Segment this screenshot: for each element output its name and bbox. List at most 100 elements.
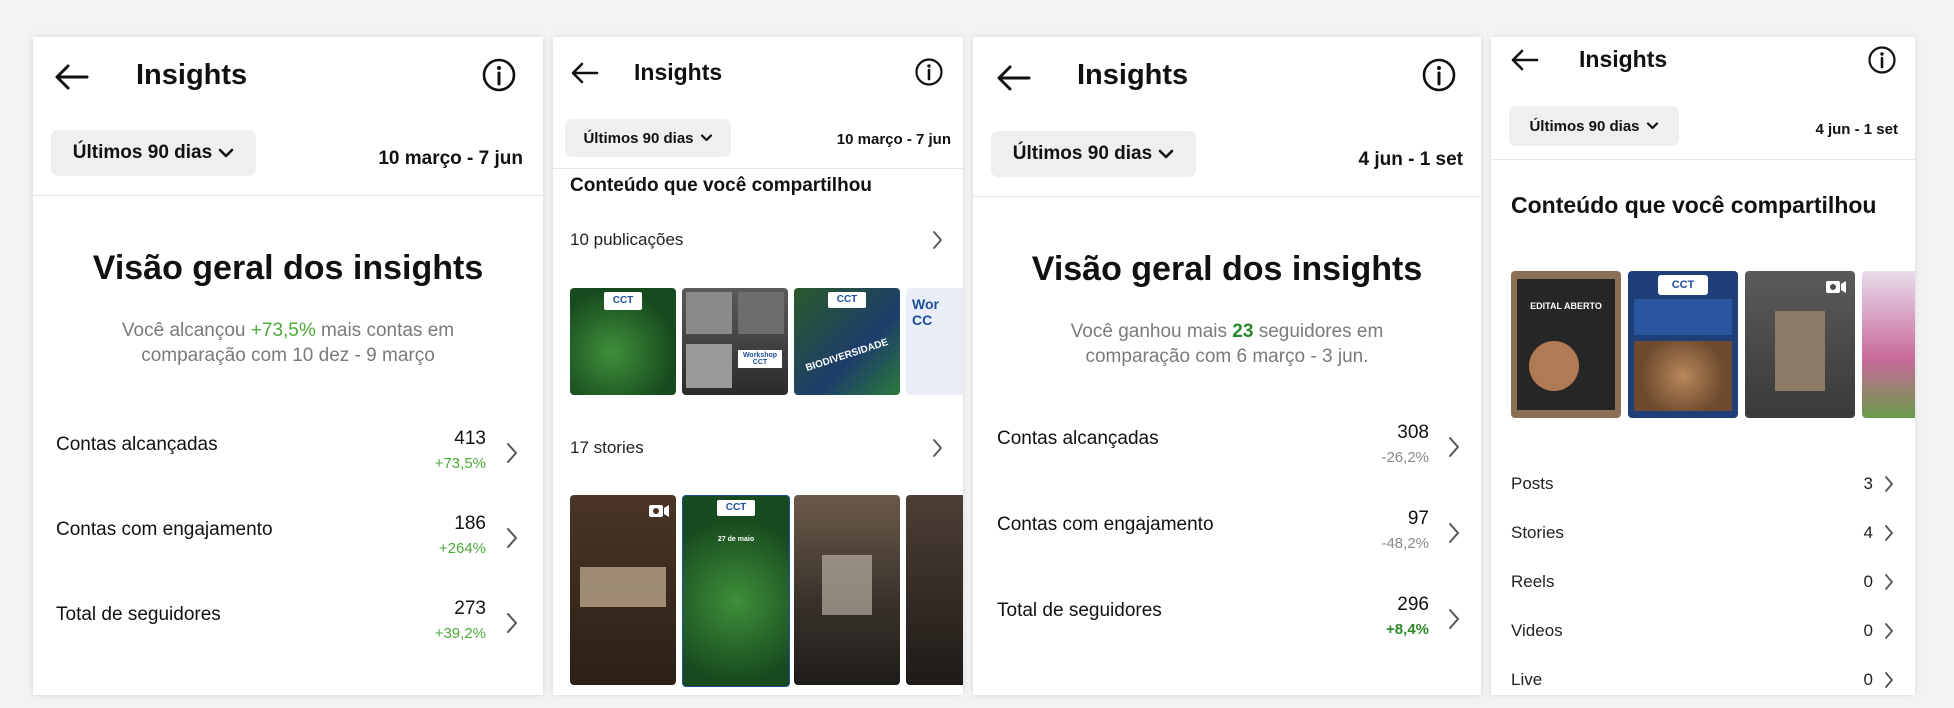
story-thumbnail[interactable]: [906, 495, 963, 685]
publication-thumbnail[interactable]: Wor CC: [906, 288, 963, 395]
story-thumbnail[interactable]: CCT 27 de maio: [682, 495, 790, 687]
chevron-right-icon: [1885, 623, 1893, 639]
stories-row[interactable]: 17 stories: [553, 438, 963, 468]
info-button[interactable]: [481, 57, 517, 93]
story-thumbnail[interactable]: [794, 495, 900, 685]
overview-summary: Você ganhou mais 23 seguidores em compar…: [1070, 321, 1384, 367]
period-dropdown[interactable]: Últimos 90 dias: [1509, 106, 1679, 146]
content-row-reels[interactable]: Reels 0: [1511, 572, 1895, 602]
publications-label: 10 publicações: [570, 230, 684, 249]
period-label: Últimos 90 dias: [1012, 143, 1153, 164]
metric-row-reach[interactable]: Contas alcançadas 308 -26,2%: [973, 422, 1481, 478]
period-dropdown[interactable]: Últimos 90 dias: [565, 119, 731, 157]
thumb-overlay: Wor CC: [912, 296, 939, 328]
content-thumbnail[interactable]: EDITAL ABERTO: [1511, 271, 1621, 418]
period-label: Últimos 90 dias: [1529, 117, 1640, 135]
chevron-right-icon: [507, 443, 517, 463]
publication-thumbnail[interactable]: CCT: [570, 288, 676, 395]
back-button[interactable]: [53, 62, 89, 92]
metric-change: -48,2%: [1381, 535, 1429, 552]
period-dropdown[interactable]: Últimos 90 dias: [991, 131, 1196, 177]
chevron-right-icon: [507, 528, 517, 548]
metric-row-reach[interactable]: Contas alcançadas 413 +73,5%: [33, 428, 543, 484]
back-button[interactable]: [1509, 47, 1539, 73]
chevron-right-icon: [933, 439, 942, 457]
chevron-right-icon: [1449, 609, 1459, 629]
info-icon: [915, 58, 943, 86]
chevron-right-icon: [1885, 476, 1893, 492]
info-button[interactable]: [914, 57, 944, 87]
divider: [33, 195, 543, 196]
video-icon: [649, 505, 669, 517]
chevron-right-icon: [1885, 672, 1893, 688]
page-title: Insights: [136, 59, 248, 91]
chevron-down-icon: [1646, 122, 1658, 130]
content-row-posts[interactable]: Posts 3: [1511, 474, 1895, 504]
metric-change: +39,2%: [434, 625, 486, 642]
date-range: 10 março - 7 jun: [378, 148, 523, 169]
metric-label: Contas alcançadas: [997, 428, 1159, 449]
metric-value: 273: [454, 598, 486, 619]
publication-thumbnail[interactable]: CCT BIODIVERSIDADE: [794, 288, 900, 395]
divider: [553, 168, 963, 169]
metric-label: Total de seguidores: [997, 600, 1162, 621]
chevron-right-icon: [1885, 525, 1893, 541]
date-range: 10 março - 7 jun: [836, 131, 951, 148]
page-title: Insights: [1579, 46, 1668, 72]
publications-row[interactable]: 10 publicações: [553, 230, 963, 260]
metric-row-engagement[interactable]: Contas com engajamento 97 -48,2%: [973, 508, 1481, 564]
back-button[interactable]: [569, 60, 599, 86]
overview-summary: Você alcançou +73,5% mais contas em comp…: [121, 320, 455, 366]
story-thumbnail[interactable]: [570, 495, 676, 685]
thumb-overlay: 27 de maio: [717, 536, 755, 543]
period-label: Últimos 90 dias: [583, 129, 694, 147]
metric-change: +8,4%: [1386, 621, 1429, 638]
thumb-overlay: Workshop CCT: [738, 350, 782, 368]
metric-value: 296: [1397, 594, 1429, 615]
back-button[interactable]: [995, 63, 1031, 93]
arrow-left-icon: [997, 65, 1031, 91]
row-value: 3: [1863, 474, 1873, 493]
content-row-live[interactable]: Live 0: [1511, 670, 1895, 695]
content-row-videos[interactable]: Videos 0: [1511, 621, 1895, 651]
cct-logo: CCT: [828, 292, 866, 308]
date-range: 4 jun - 1 set: [1815, 121, 1898, 138]
metric-row-engagement[interactable]: Contas com engajamento 186 +264%: [33, 513, 543, 569]
arrow-left-icon: [1511, 49, 1539, 71]
metric-change: -26,2%: [1381, 449, 1429, 466]
chevron-right-icon: [1449, 437, 1459, 457]
page-title: Insights: [634, 59, 723, 85]
thumb-overlay: EDITAL ABERTO: [1530, 301, 1602, 311]
chevron-right-icon: [507, 613, 517, 633]
chevron-right-icon: [933, 231, 942, 249]
content-thumbnail[interactable]: CCT: [1628, 271, 1738, 418]
metric-label: Contas alcançadas: [56, 434, 218, 455]
date-range: 4 jun - 1 set: [1358, 149, 1463, 170]
row-label: Live: [1511, 670, 1543, 689]
metric-row-followers[interactable]: Total de seguidores 296 +8,4%: [973, 594, 1481, 650]
period-dropdown[interactable]: Últimos 90 dias: [51, 130, 256, 176]
row-label: Stories: [1511, 523, 1564, 542]
chevron-down-icon: [700, 134, 712, 142]
content-row-stories[interactable]: Stories 4: [1511, 523, 1895, 553]
row-value: 0: [1863, 670, 1873, 689]
insights-panel-1: Insights Últimos 90 dias 10 março - 7 ju…: [33, 37, 543, 695]
thumb-overlay: BIODIVERSIDADE: [804, 336, 890, 375]
metric-value: 186: [454, 513, 486, 534]
publication-thumbnail[interactable]: Workshop CCT: [682, 288, 788, 395]
info-button[interactable]: [1867, 45, 1897, 75]
info-icon: [1422, 58, 1456, 92]
metric-row-followers[interactable]: Total de seguidores 273 +39,2%: [33, 598, 543, 654]
metric-change: +73,5%: [434, 455, 486, 472]
chevron-right-icon: [1449, 523, 1459, 543]
metric-label: Total de seguidores: [56, 604, 221, 625]
divider: [1491, 159, 1915, 160]
info-button[interactable]: [1421, 57, 1457, 93]
content-thumbnail[interactable]: [1745, 271, 1855, 418]
overview-title: Visão geral dos insights: [1031, 250, 1423, 288]
metric-value: 413: [454, 428, 486, 449]
content-thumbnail[interactable]: [1862, 271, 1915, 418]
chevron-right-icon: [1885, 574, 1893, 590]
info-icon: [482, 58, 516, 92]
arrow-left-icon: [55, 64, 89, 90]
